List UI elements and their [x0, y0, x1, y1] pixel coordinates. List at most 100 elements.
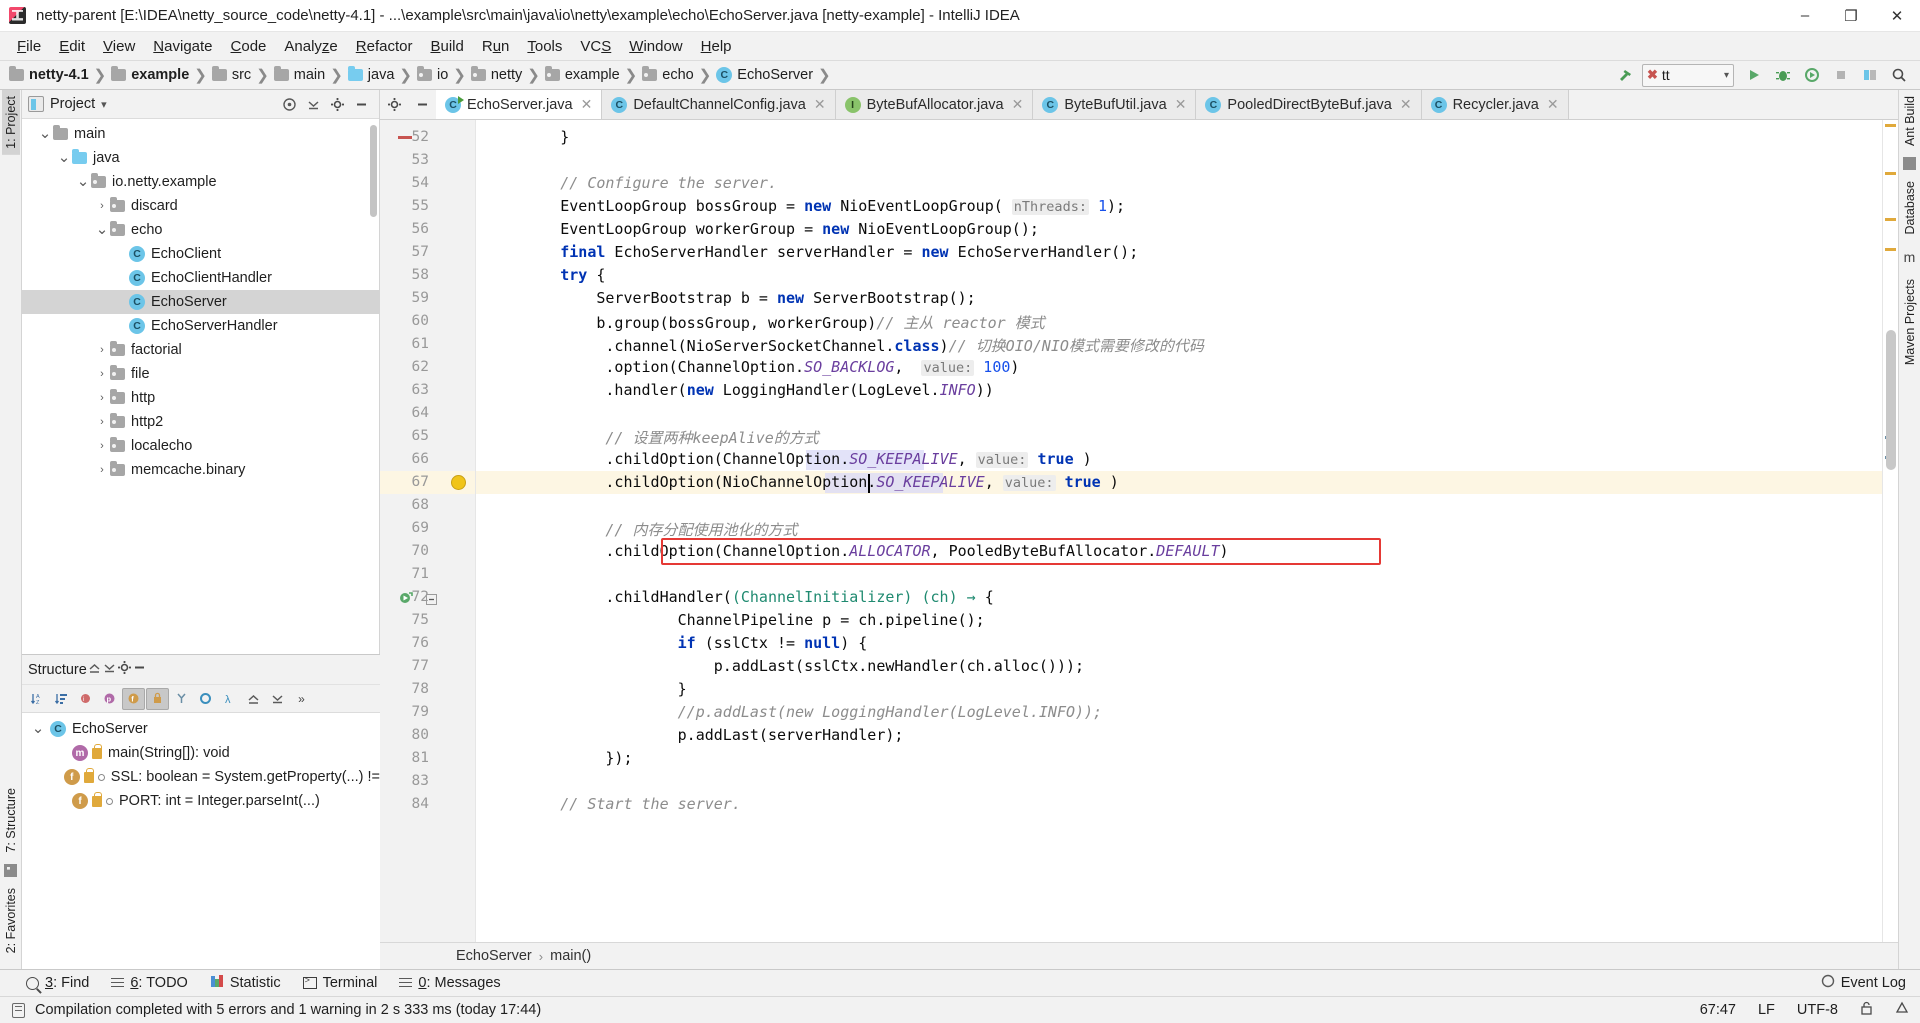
- menu-edit[interactable]: Edit: [50, 35, 94, 58]
- menu-code[interactable]: Code: [222, 35, 276, 58]
- code-line[interactable]: try {: [476, 266, 1882, 289]
- tree-node-echo[interactable]: ⌄ echo: [22, 218, 379, 242]
- structure-row[interactable]: f SSL: boolean = System.getProperty(...) …: [22, 765, 380, 789]
- inspector-icon[interactable]: [1884, 1001, 1920, 1019]
- run-icon[interactable]: [1741, 63, 1767, 87]
- chevron-down-icon[interactable]: ⌄: [30, 721, 46, 736]
- menu-window[interactable]: Window: [620, 35, 691, 58]
- fold-region-icon[interactable]: [426, 592, 437, 609]
- code-line[interactable]: }: [476, 128, 1882, 151]
- project-tree[interactable]: ⌄ main ⌄ java ⌄ io.netty.example › discard ⌄ echo…: [22, 119, 379, 654]
- gear-icon[interactable]: [117, 660, 132, 679]
- editor-marker-bar[interactable]: [1882, 120, 1898, 942]
- hide-icon[interactable]: [132, 660, 147, 679]
- sidebar-item-favorites[interactable]: 2: Favorites: [2, 882, 20, 959]
- breadcrumb-item-java[interactable]: java: [345, 66, 398, 83]
- search-icon[interactable]: [1886, 63, 1912, 87]
- tree-node-factorial[interactable]: › factorial: [22, 338, 379, 362]
- chevron-down-icon[interactable]: ⌄: [56, 150, 72, 165]
- sidebar-item-project[interactable]: 1: Project: [1, 90, 20, 155]
- collapse-all-icon[interactable]: [266, 688, 289, 710]
- structure-tree[interactable]: ⌄ C EchoServer m main(String[]): void f SSL: b…: [22, 713, 380, 969]
- breadcrumb-item-io[interactable]: io: [414, 66, 451, 83]
- breadcrumb-class[interactable]: EchoServer: [456, 948, 532, 964]
- tree-node-file[interactable]: › file: [22, 362, 379, 386]
- breadcrumb-item-echo[interactable]: echo: [639, 66, 696, 83]
- chevron-right-icon[interactable]: ›: [94, 392, 110, 404]
- show-non-public-icon[interactable]: [146, 687, 169, 710]
- tool-window-find[interactable]: 3: Find: [26, 975, 89, 991]
- show-properties-icon[interactable]: p: [98, 688, 121, 710]
- code-line[interactable]: // Configure the server.: [476, 174, 1882, 197]
- breadcrumb-method[interactable]: main(): [550, 948, 591, 964]
- code-line[interactable]: .childHandler((ChannelInitializer) (ch) …: [476, 588, 1882, 611]
- maximize-button[interactable]: ❐: [1828, 0, 1874, 32]
- code-line[interactable]: EventLoopGroup bossGroup = new NioEventL…: [476, 197, 1882, 220]
- line-separator[interactable]: LF: [1747, 1002, 1786, 1018]
- menu-tools[interactable]: Tools: [518, 35, 571, 58]
- close-button[interactable]: ✕: [1874, 0, 1920, 32]
- code-line[interactable]: .childOption(NioChannelOption.SO_KEEPALI…: [476, 473, 1882, 496]
- chevron-right-icon[interactable]: ›: [94, 416, 110, 428]
- code-line[interactable]: [476, 496, 1882, 519]
- more-icon[interactable]: »: [290, 688, 313, 710]
- code-line[interactable]: b.group(bossGroup, workerGroup)// 主从 rea…: [476, 312, 1882, 335]
- sidebar-item-structure[interactable]: 7: Structure: [2, 782, 20, 859]
- structure-row[interactable]: m main(String[]): void: [22, 741, 380, 765]
- show-fields-icon[interactable]: f: [122, 687, 145, 710]
- sidebar-item-ant-build[interactable]: Ant Build: [1901, 90, 1919, 152]
- code-editor[interactable]: 52 53 54 55 56 57 58 59 60 61 62 63 64 65 66 67 68 69 70 71…: [380, 120, 1898, 942]
- editor-gutter[interactable]: 52 53 54 55 56 57 58 59 60 61 62 63 64 65 66 67 68 69 70 71…: [380, 120, 476, 942]
- chevron-down-icon[interactable]: ⌄: [94, 222, 110, 237]
- collapse-all-icon[interactable]: [102, 660, 117, 679]
- hide-icon[interactable]: [408, 90, 436, 119]
- warning-marker[interactable]: [1885, 124, 1896, 127]
- tab-recycler-java[interactable]: C Recycler.java ✕: [1421, 90, 1569, 119]
- menu-build[interactable]: Build: [421, 35, 472, 58]
- sidebar-item-database[interactable]: Database: [1901, 175, 1919, 241]
- hide-icon[interactable]: [349, 93, 373, 115]
- menu-help[interactable]: Help: [692, 35, 741, 58]
- breadcrumb-item-netty-4-1[interactable]: netty-4.1: [6, 66, 92, 83]
- close-icon[interactable]: ✕: [1547, 96, 1559, 113]
- breadcrumb-item-example[interactable]: example: [108, 66, 192, 83]
- menu-refactor[interactable]: Refactor: [347, 35, 422, 58]
- breadcrumb-item-example-pkg[interactable]: example: [542, 66, 623, 83]
- tree-node-discard[interactable]: › discard: [22, 194, 379, 218]
- breadcrumb-item-src[interactable]: src: [209, 66, 254, 83]
- hammer-icon[interactable]: [1613, 63, 1639, 87]
- tree-node-localecho[interactable]: › localecho: [22, 434, 379, 458]
- code-line[interactable]: p.addLast(sslCtx.newHandler(ch.alloc()))…: [476, 657, 1882, 680]
- chevron-right-icon[interactable]: ›: [94, 464, 110, 476]
- close-icon[interactable]: ✕: [1400, 96, 1412, 113]
- code-line[interactable]: // 设置两种keepAlive的方式: [476, 427, 1882, 450]
- tree-node-memcache-binary[interactable]: › memcache.binary: [22, 458, 379, 482]
- menu-run[interactable]: Run: [473, 35, 519, 58]
- code-line[interactable]: ChannelPipeline p = ch.pipeline();: [476, 611, 1882, 634]
- lambda-icon[interactable]: λ: [218, 688, 241, 710]
- code-line[interactable]: if (sslCtx != null) {: [476, 634, 1882, 657]
- close-icon[interactable]: ✕: [1175, 96, 1187, 113]
- tab-bytebufutil-java[interactable]: C ByteBufUtil.java ✕: [1033, 90, 1197, 119]
- show-inherited-icon[interactable]: i: [74, 688, 97, 710]
- menu-vcs[interactable]: VCS: [571, 35, 620, 58]
- tree-node-io-netty-example[interactable]: ⌄ io.netty.example: [22, 170, 379, 194]
- tab-defaultchannelconfig-java[interactable]: C DefaultChannelConfig.java ✕: [602, 90, 836, 119]
- warning-marker[interactable]: [1885, 248, 1896, 251]
- unlocked-icon[interactable]: [1849, 1001, 1884, 1020]
- tree-node-echoclient[interactable]: C EchoClient: [22, 242, 379, 266]
- menu-file[interactable]: File: [8, 35, 50, 58]
- tool-window-messages[interactable]: 0: Messages: [399, 975, 501, 991]
- changed-lines-marker[interactable]: [398, 136, 412, 139]
- breadcrumb-item-netty[interactable]: netty: [468, 66, 525, 83]
- code-line[interactable]: });: [476, 749, 1882, 772]
- intention-bulb-icon[interactable]: [451, 475, 466, 490]
- event-log-button[interactable]: Event Log: [1821, 974, 1920, 992]
- tree-node-java[interactable]: ⌄ java: [22, 146, 379, 170]
- collapse-all-icon[interactable]: [301, 93, 325, 115]
- code-line[interactable]: }: [476, 680, 1882, 703]
- warning-marker[interactable]: [1885, 172, 1896, 175]
- tree-node-echoclienthandler[interactable]: C EchoClientHandler: [22, 266, 379, 290]
- code-line[interactable]: .channel(NioServerSocketChannel.class)//…: [476, 335, 1882, 358]
- code-line[interactable]: [476, 151, 1882, 174]
